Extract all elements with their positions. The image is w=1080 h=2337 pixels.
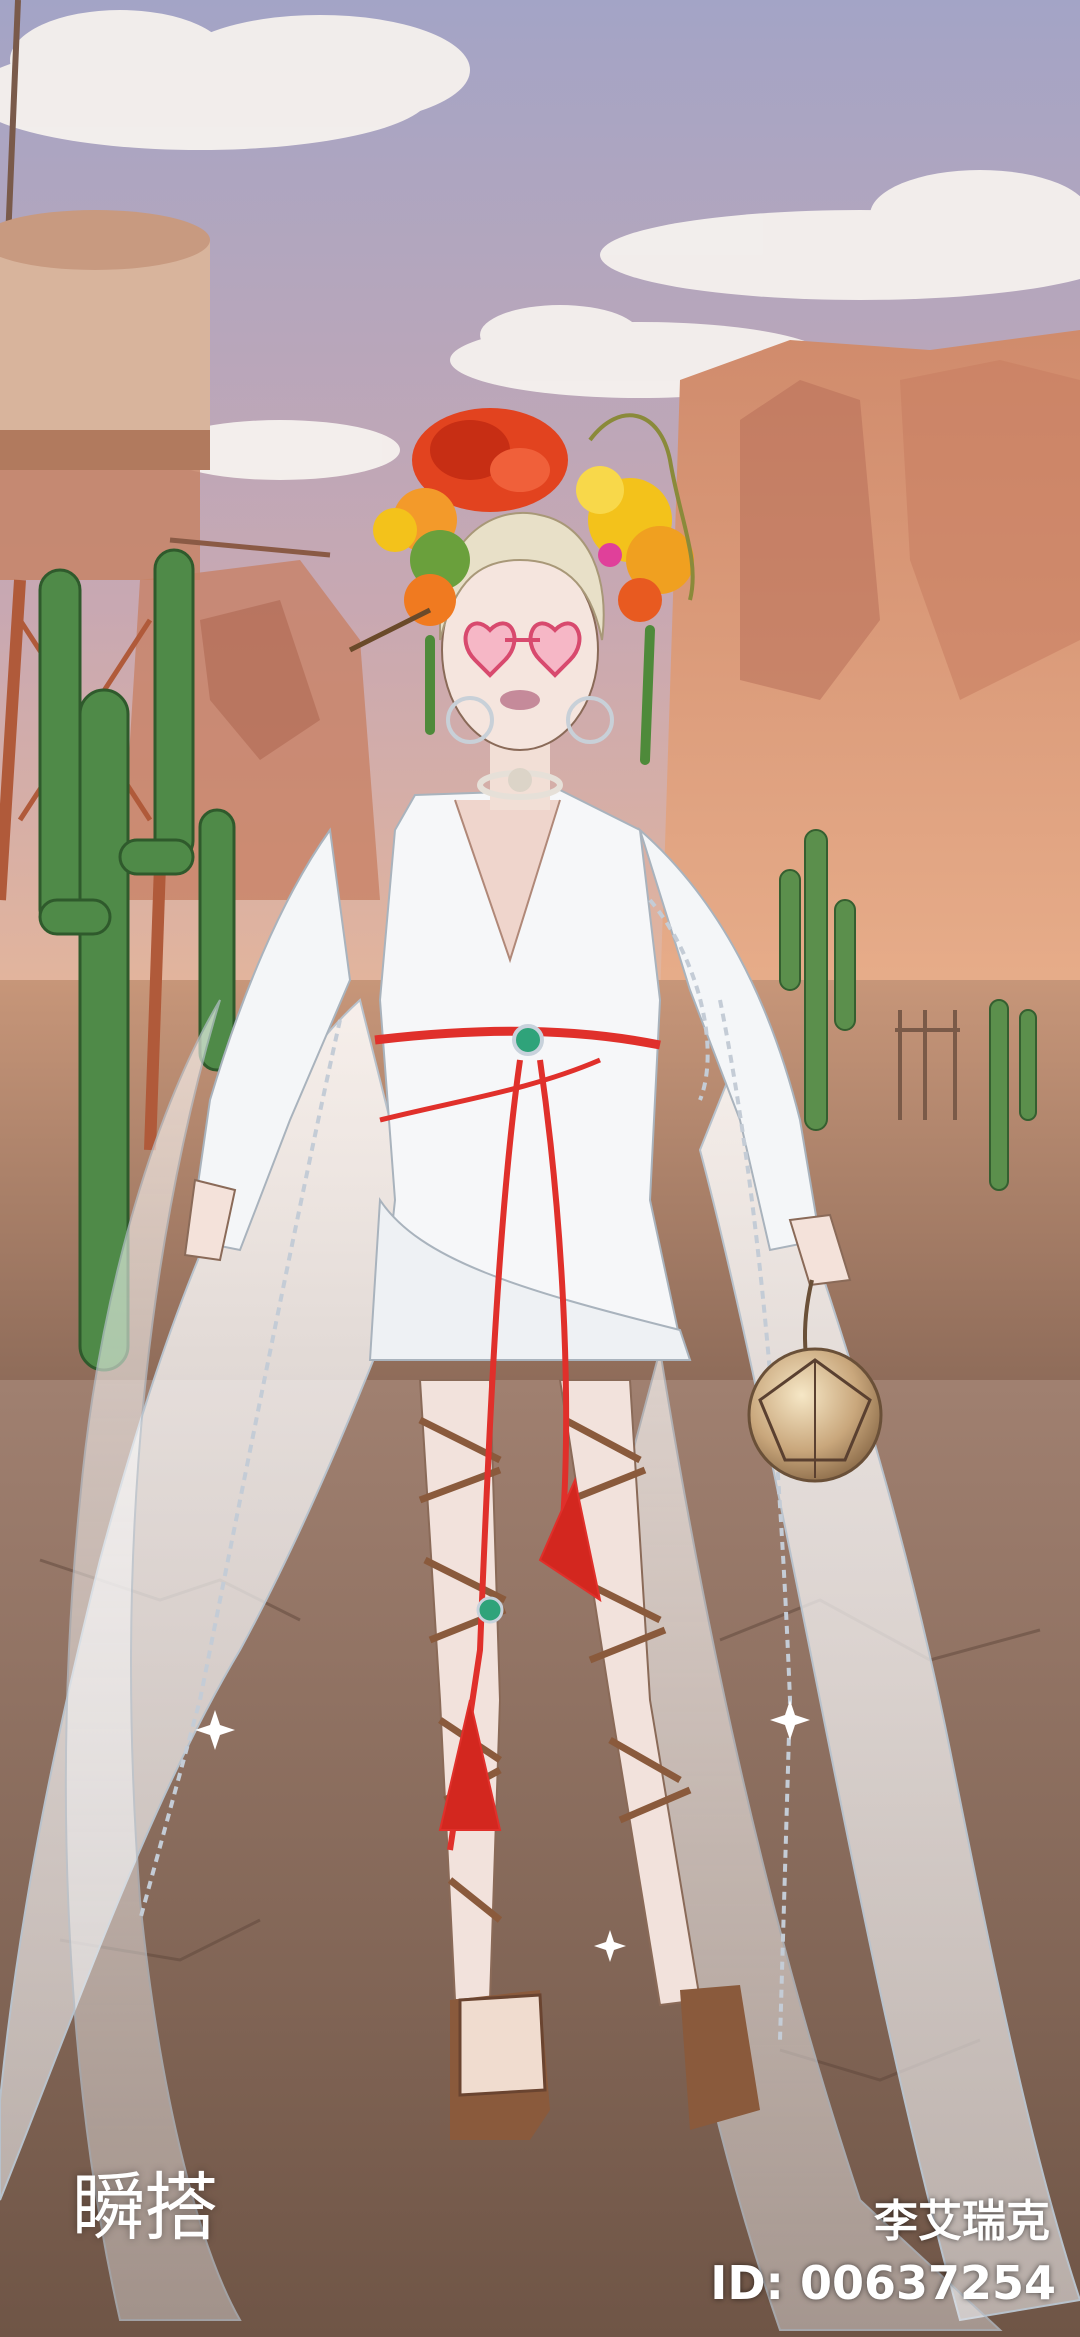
player-id: ID: 00637254 <box>710 2256 1056 2310</box>
player-name: 李艾瑞克 <box>874 2196 1050 2247</box>
game-scene <box>0 0 1080 2337</box>
sash-jewel <box>512 1024 544 1056</box>
leg-jewel <box>476 1596 504 1624</box>
game-logo: 瞬搭 <box>72 2165 218 2251</box>
